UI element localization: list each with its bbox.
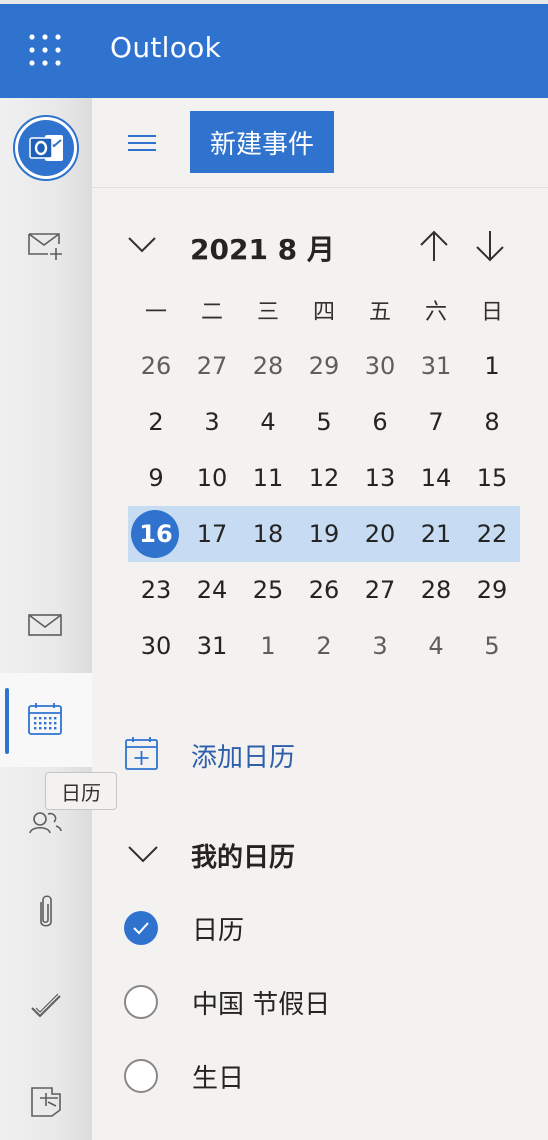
calendar-day[interactable]: 24 [184, 562, 240, 618]
calendar-day[interactable]: 28 [408, 562, 464, 618]
week-row: 23 24 25 26 27 28 29 [128, 562, 520, 618]
calendar-day[interactable]: 9 [128, 450, 184, 506]
weekday-label: 四 [312, 300, 335, 325]
mail-add-icon[interactable] [26, 226, 66, 262]
mini-calendar-grid: 一 二 三 四 五 六 日 26 27 28 29 30 31 1 2 3 4 … [128, 282, 520, 674]
outlook-logo-icon[interactable] [12, 114, 80, 182]
calendar-day[interactable]: 11 [240, 450, 296, 506]
calendar-day[interactable]: 14 [408, 450, 464, 506]
today-label: 16 [139, 520, 173, 548]
calendar-day[interactable]: 23 [128, 562, 184, 618]
calendar-day[interactable]: 22 [464, 506, 520, 562]
calendar-item-label: 日历 [192, 916, 245, 946]
calendar-day[interactable]: 1 [240, 618, 296, 674]
calendar-icon[interactable] [26, 702, 66, 738]
weekday-label: 三 [256, 300, 279, 325]
calendar-day[interactable]: 30 [128, 618, 184, 674]
app-header: Outlook [0, 0, 548, 98]
calendar-item-label: 中国 节假日 [192, 990, 331, 1020]
collapse-month-chevron-icon[interactable] [126, 232, 158, 260]
checked-circle-icon[interactable] [124, 911, 158, 945]
calendar-item-label: 生日 [192, 1064, 245, 1094]
calendar-item-holidays[interactable]: 中国 节假日 [124, 982, 330, 1022]
calendar-day[interactable]: 29 [464, 562, 520, 618]
rail-tooltip: 日历 [45, 772, 117, 810]
calendar-day-today[interactable]: 16 [128, 506, 184, 562]
calendar-day[interactable]: 12 [296, 450, 352, 506]
calendar-day[interactable]: 13 [352, 450, 408, 506]
next-month-arrow-icon[interactable] [472, 228, 508, 268]
month-label[interactable]: 2021 8 月 [190, 228, 335, 268]
calendar-day[interactable]: 4 [408, 618, 464, 674]
selected-week-row: 16 17 18 19 20 21 22 [128, 506, 520, 562]
hamburger-menu-icon[interactable] [124, 128, 160, 158]
mail-icon[interactable] [26, 610, 66, 640]
calendar-day[interactable]: 3 [184, 394, 240, 450]
calendar-day[interactable]: 27 [352, 562, 408, 618]
calendar-day[interactable]: 31 [408, 338, 464, 394]
calendar-day[interactable]: 5 [296, 394, 352, 450]
app-title: Outlook [110, 31, 222, 64]
weekday-label: 日 [480, 300, 503, 325]
calendar-day[interactable]: 25 [240, 562, 296, 618]
week-row: 26 27 28 29 30 31 1 [128, 338, 520, 394]
weekday-header-row: 一 二 三 四 五 六 日 [128, 282, 520, 338]
calendar-day[interactable]: 21 [408, 506, 464, 562]
week-row: 9 10 11 12 13 14 15 [128, 450, 520, 506]
add-calendar-link[interactable]: 添加日历 [191, 737, 295, 774]
calendar-day[interactable]: 15 [464, 450, 520, 506]
paperclip-icon[interactable] [30, 892, 62, 932]
calendar-day[interactable]: 29 [296, 338, 352, 394]
weekday-label: 一 [144, 300, 167, 325]
calendar-day[interactable]: 19 [296, 506, 352, 562]
calendar-day[interactable]: 7 [408, 394, 464, 450]
calendar-item-birthdays[interactable]: 生日 [124, 1056, 244, 1096]
calendar-day[interactable]: 17 [184, 506, 240, 562]
toolbar-divider [92, 187, 548, 188]
unchecked-circle-icon[interactable] [124, 985, 158, 1019]
calendar-day[interactable]: 1 [464, 338, 520, 394]
calendar-day[interactable]: 3 [352, 618, 408, 674]
calendar-day[interactable]: 10 [184, 450, 240, 506]
week-row: 30 31 1 2 3 4 5 [128, 618, 520, 674]
my-calendars-chevron-icon[interactable] [126, 842, 160, 870]
previous-month-arrow-icon[interactable] [416, 228, 452, 268]
calendar-day[interactable]: 26 [296, 562, 352, 618]
app-launcher-icon[interactable] [26, 31, 64, 69]
calendar-day[interactable]: 27 [184, 338, 240, 394]
calendar-day[interactable]: 5 [464, 618, 520, 674]
calendar-day[interactable]: 28 [240, 338, 296, 394]
week-row: 2 3 4 5 6 7 8 [128, 394, 520, 450]
new-event-button[interactable]: 新建事件 [190, 111, 334, 173]
calendar-day[interactable]: 18 [240, 506, 296, 562]
checkmark-icon[interactable] [26, 986, 66, 1026]
calendar-day[interactable]: 26 [128, 338, 184, 394]
calendar-day[interactable]: 2 [296, 618, 352, 674]
calendar-day[interactable]: 20 [352, 506, 408, 562]
rail-selected-indicator [5, 688, 9, 754]
calendar-day[interactable]: 8 [464, 394, 520, 450]
add-calendar-icon[interactable] [124, 736, 160, 772]
teams-app-icon[interactable] [26, 1084, 66, 1120]
header-top-line [0, 0, 548, 4]
my-calendars-heading[interactable]: 我的日历 [191, 837, 295, 874]
calendar-day[interactable]: 31 [184, 618, 240, 674]
calendar-day[interactable]: 6 [352, 394, 408, 450]
weekday-label: 五 [368, 300, 391, 325]
weekday-label: 二 [200, 300, 223, 325]
weekday-label: 六 [424, 300, 447, 325]
calendar-day[interactable]: 4 [240, 394, 296, 450]
calendar-item-calendar[interactable]: 日历 [124, 908, 244, 948]
unchecked-circle-icon[interactable] [124, 1059, 158, 1093]
calendar-day[interactable]: 30 [352, 338, 408, 394]
calendar-day[interactable]: 2 [128, 394, 184, 450]
